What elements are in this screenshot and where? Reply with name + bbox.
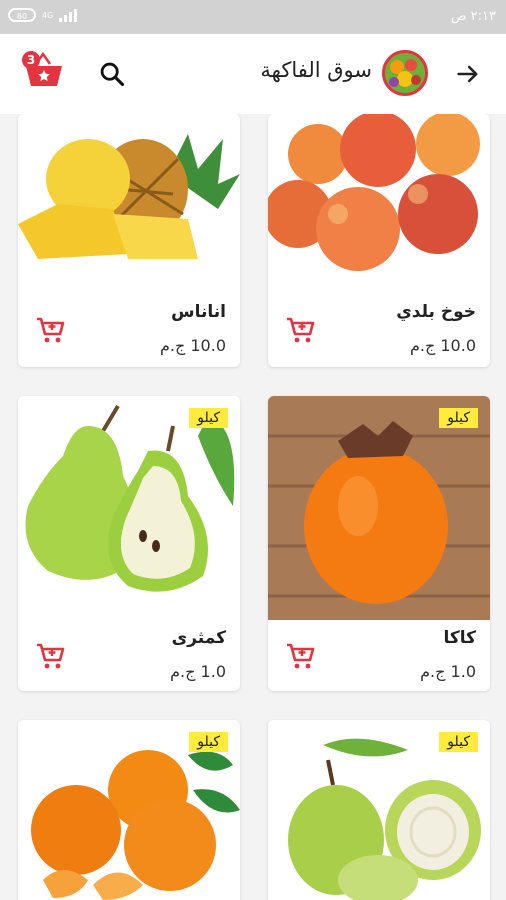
add-to-cart-icon[interactable] <box>284 314 316 346</box>
product-price: 1.0 ج.م <box>170 662 226 681</box>
product-card[interactable]: كيلو كاكا 1.0 ج.م <box>268 396 490 691</box>
unit-badge: كيلو <box>189 732 228 752</box>
fruit-basket-icon <box>385 53 425 93</box>
cart-count-badge: 3 <box>22 51 40 69</box>
product-price: 10.0 ج.م <box>409 336 476 355</box>
status-time: ٢:١٣ ص <box>450 9 496 24</box>
unit-badge: كيلو <box>439 732 478 752</box>
network-label: 4G <box>42 10 54 20</box>
battery-icon: 80 <box>8 8 36 22</box>
product-name: كاكا <box>443 628 476 648</box>
search-icon[interactable] <box>98 60 126 88</box>
product-grid: خوخ بلدي 10.0 ج.م اناناس 10.0 ج.م كيلو ك… <box>0 114 506 900</box>
product-card[interactable]: كيلو <box>268 720 490 900</box>
product-name: كمثرى <box>171 628 226 648</box>
pineapple-image <box>18 114 240 274</box>
status-icons: 80 4G <box>8 8 78 22</box>
add-to-cart-icon[interactable] <box>34 314 66 346</box>
persimmon-image <box>268 396 490 620</box>
product-name: اناناس <box>171 302 226 322</box>
add-to-cart-icon[interactable] <box>34 640 66 672</box>
product-price: 1.0 ج.م <box>420 662 476 681</box>
pear-image <box>18 396 240 620</box>
add-to-cart-icon[interactable] <box>284 640 316 672</box>
product-card[interactable]: كيلو كمثرى 1.0 ج.م <box>18 396 240 691</box>
product-name: خوخ بلدي <box>396 302 476 322</box>
signal-icon <box>59 8 78 22</box>
status-bar: 80 4G ٢:١٣ ص <box>0 0 506 34</box>
product-card[interactable]: كيلو <box>18 720 240 900</box>
unit-badge: كيلو <box>439 408 478 428</box>
app-bar: سوق الفاكهة 3 <box>0 34 506 114</box>
arrow-forward-icon[interactable] <box>454 60 482 88</box>
product-price: 10.0 ج.م <box>159 336 226 355</box>
product-card[interactable]: اناناس 10.0 ج.م <box>18 114 240 367</box>
product-card[interactable]: خوخ بلدي 10.0 ج.م <box>268 114 490 367</box>
peach-image <box>268 114 490 274</box>
app-logo <box>382 50 428 96</box>
page-title: سوق الفاكهة <box>260 58 372 82</box>
unit-badge: كيلو <box>189 408 228 428</box>
